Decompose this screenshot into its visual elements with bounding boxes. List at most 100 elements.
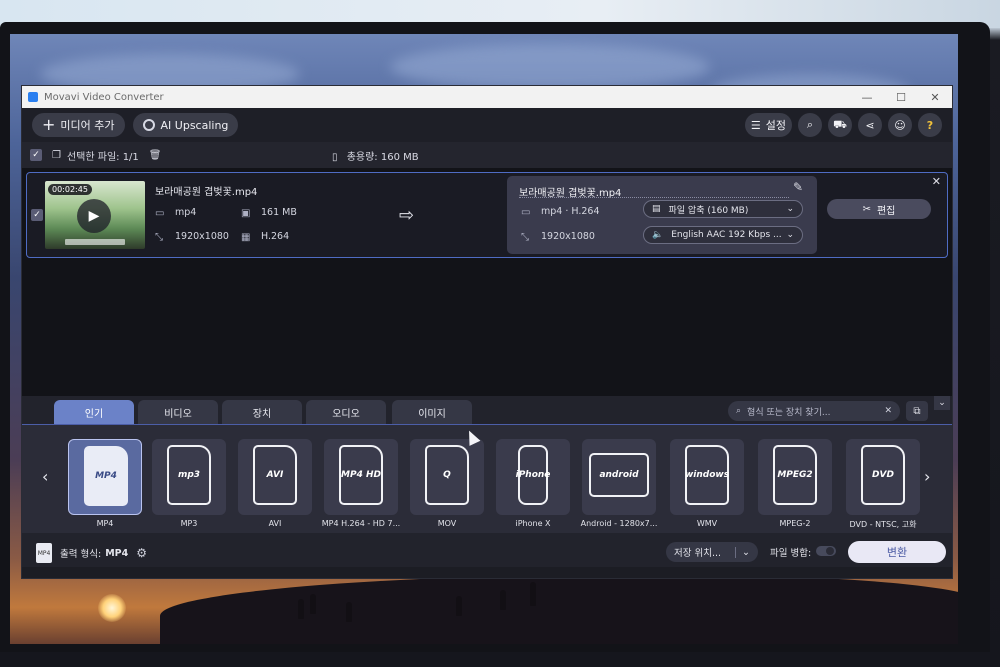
select-all-checkbox[interactable]: ✓ [30,149,42,161]
edit-button[interactable]: ✂ 편집 [827,199,931,219]
merge-files-label: 파일 병합: [770,548,812,559]
avi-icon: AVI [253,445,297,505]
add-media-label: 미디어 추가 [60,119,115,132]
speaker-icon: 🔈 [652,230,664,240]
output-format-value: MP4 [105,547,129,559]
file-row[interactable]: ✓ 00:02:45 ▶ 보라매공원 겹벚꽃.mp4 ▭ mp4 ▣ 161 M… [26,172,948,258]
toolbar: + 미디어 추가 AI Upscaling ☰ 설정 ⌕ ⛟ ⋖ ☺ ? [22,108,952,142]
tab-video[interactable]: 비디오 [138,400,218,424]
format-tabs: 인기 비디오 장치 오디오 이미지 ⌕ 형식 또는 장치 찾기... ✕ ⧉ ⌄ [22,396,952,424]
format-card-mpeg2[interactable]: MPEG2 [758,439,832,515]
format-card-mp4-hd[interactable]: MP4 HD [324,439,398,515]
chevron-down-icon[interactable]: ⌄ [735,546,750,558]
play-icon[interactable]: ▶ [77,199,111,233]
total-size: ▯ 총용량: 160 MB [332,148,419,163]
collapse-panel-button[interactable]: ⌄ [934,396,950,410]
format-label-iphone: iPhone X [515,519,551,528]
photo-background: Movavi Video Converter — ☐ ✕ + 미디어 추가 AI… [0,0,1000,667]
ai-upscaling-button[interactable]: AI Upscaling [132,113,239,137]
format-card-dvd[interactable]: DVD [846,439,920,515]
format-label-wmv: WMV [696,519,718,528]
disk-icon: ▣ [241,207,251,219]
cart-icon: ⛟ [833,117,847,131]
selected-files-label: 선택한 파일: 1/1 [66,151,139,163]
format-label-avi: AVI [268,519,282,528]
format-card-mov[interactable]: Q [410,439,484,515]
search-icon: ⌕ [736,406,742,416]
open-folder-button[interactable]: ⧉ [906,401,928,421]
scissors-icon: ✂ [862,203,871,215]
question-icon: ? [926,118,934,132]
format-label-mpeg2: MPEG-2 [779,519,811,528]
help-button[interactable]: ? [918,113,942,137]
format-card-wmv[interactable]: windows [670,439,744,515]
output-format-icon: MP4 [36,543,52,563]
share-button[interactable]: ⋖ [858,113,882,137]
sun [98,594,126,622]
windows-icon: windows [685,445,729,505]
tab-devices[interactable]: 장치 [222,400,302,424]
close-window-button[interactable]: ✕ [918,91,952,104]
file-checkbox[interactable]: ✓ [31,209,43,221]
maximize-button[interactable]: ☐ [884,91,918,104]
save-location-button[interactable]: 저장 위치... ⌄ [666,542,758,562]
account-button[interactable]: ☺ [888,113,912,137]
window-title: Movavi Video Converter [44,91,164,103]
cart-button[interactable]: ⛟ [828,113,852,137]
name-underline [519,197,789,198]
format-label-dvd: DVD - NTSC, 고화 [849,520,917,529]
format-card-android[interactable]: android [582,439,656,515]
tab-images[interactable]: 이미지 [392,400,472,424]
app-window: Movavi Video Converter — ☐ ✕ + 미디어 추가 AI… [22,86,952,578]
chevron-right-icon[interactable]: › [924,467,930,486]
minimize-button[interactable]: — [850,91,884,104]
format-label-mp4: MP4 [96,519,114,528]
merge-files-toggle[interactable] [816,546,836,556]
source-resolution: ⤡ 1920x1080 [155,231,229,243]
app-logo-icon [28,92,38,102]
plus-icon: + [42,115,56,134]
remove-file-icon[interactable]: ✕ [932,175,941,188]
output-resolution-value: 1920x1080 [541,231,595,242]
audio-track-dropdown[interactable]: 🔈 English AAC 192 Kbps ... ⌄ [643,226,803,244]
source-format-value: mp4 [175,207,197,218]
mp3-icon: mp3 [167,445,211,505]
thumbnail-caption [65,239,125,245]
trash-icon[interactable]: 🗑 [149,150,162,161]
ai-upscaling-label: AI Upscaling [160,118,229,132]
format-label-mp3: MP3 [180,519,198,528]
video-thumbnail[interactable]: 00:02:45 ▶ [45,181,145,249]
format-search-field[interactable]: ⌕ 형식 또는 장치 찾기... ✕ [728,401,900,421]
gear-icon[interactable]: ⚙ [136,546,147,560]
mp4-icon: MP4 [84,446,128,506]
dvd-icon: DVD [861,445,905,505]
format-card-mp4[interactable]: MP4 [68,439,142,515]
format-label-mov: MOV [437,519,457,528]
edit-label: 편집 [876,205,896,217]
tab-popular[interactable]: 인기 [54,400,134,424]
output-resolution: ⤡ 1920x1080 [521,231,595,243]
share-icon: ⋖ [865,118,875,132]
clear-search-icon[interactable]: ✕ [884,406,892,416]
chevron-left-icon[interactable]: ‹ [42,467,48,486]
android-tablet-icon: android [589,453,649,497]
output-settings-card: 보라매공원 겹벚꽃.mp4 ✎ ▭ mp4 · H.264 ⤡ 1920x108… [507,176,817,254]
selection-bar: ✓ ❐ 선택한 파일: 1/1 🗑 ▯ 총용량: 160 MB [22,142,952,168]
format-card-iphone[interactable]: iPhone [496,439,570,515]
source-codec: ▦ H.264 [241,231,289,243]
convert-button[interactable]: 변환 [848,541,946,563]
compression-dropdown[interactable]: ▤ 파일 압축 (160 MB) ⌄ [643,200,803,218]
format-card-avi[interactable]: AVI [238,439,312,515]
format-gallery: ‹ › MP4 mp3 AVI MP4 HD Q iPhone android … [22,424,952,533]
settings-button[interactable]: ☰ 설정 [744,113,792,137]
format-card-mp3[interactable]: mp3 [152,439,226,515]
bottom-bar: MP4 출력 형식: MP4 ⚙ 저장 위치... ⌄ 파일 병합: 변환 [22,533,952,567]
mpeg2-icon: MPEG2 [773,445,817,505]
search-tool-button[interactable]: ⌕ [798,113,822,137]
tab-audio[interactable]: 오디오 [306,400,386,424]
pencil-icon[interactable]: ✎ [793,180,803,194]
file-size-icon: ▯ [332,151,338,163]
source-resolution-value: 1920x1080 [175,231,229,242]
chevron-down-icon: ⌄ [938,398,946,408]
add-media-button[interactable]: + 미디어 추가 [32,113,125,137]
